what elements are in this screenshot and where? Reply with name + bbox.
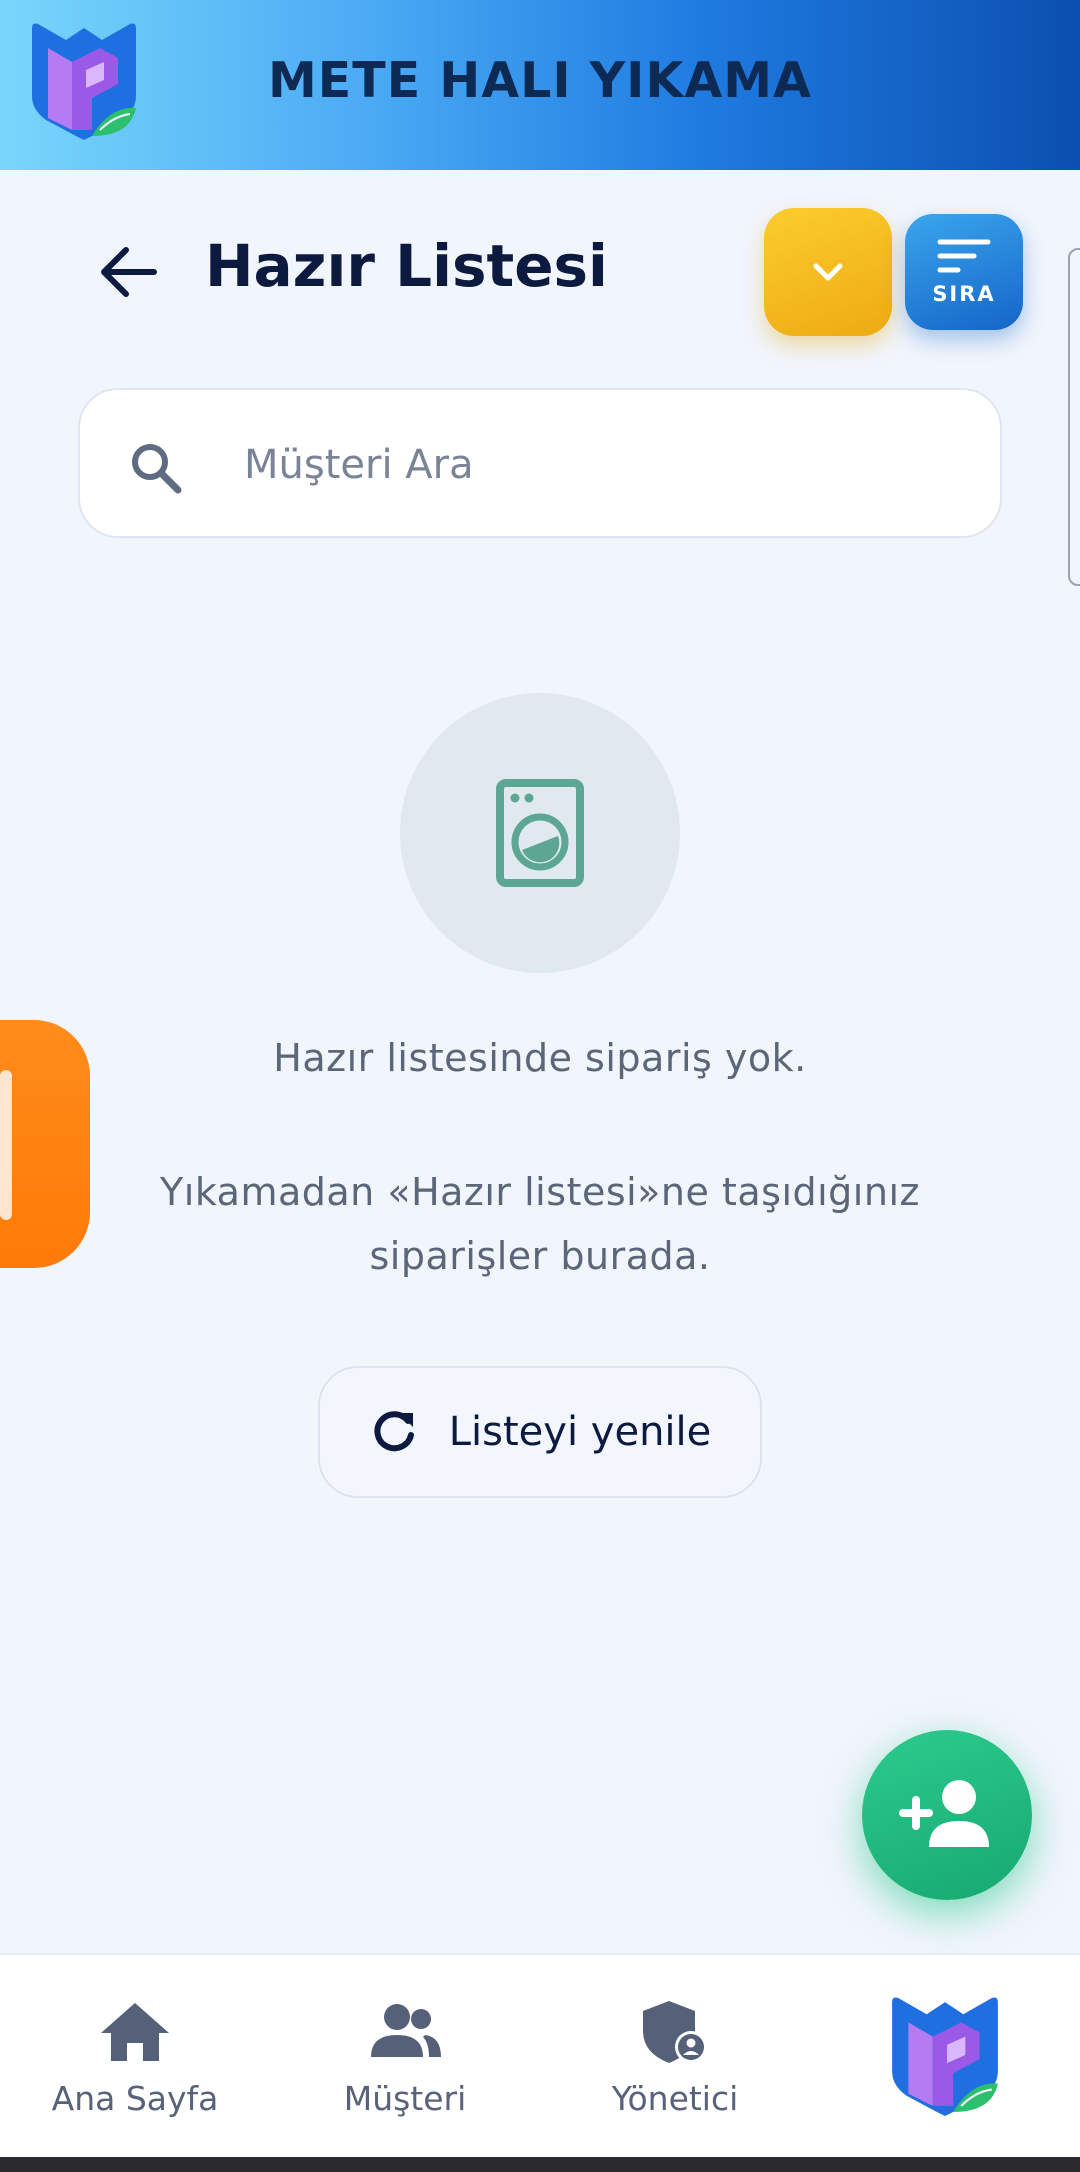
nav-label-customers: Müşteri	[343, 2079, 467, 2118]
side-drawer-handle[interactable]	[1068, 248, 1080, 586]
home-icon	[101, 2003, 169, 2061]
nav-label-home: Ana Sayfa	[51, 2079, 219, 2118]
sort-button-label: SIRA	[932, 282, 996, 306]
empty-state-title: Hazır listesinde sipariş yok.	[273, 1036, 807, 1080]
drag-handle	[0, 1070, 12, 1220]
empty-state-description: Yıkamadan «Hazır listesi»ne taşıdığınız …	[160, 1170, 920, 1278]
admin-shield-icon	[643, 2001, 707, 2063]
search-box[interactable]	[78, 388, 1002, 538]
chevron-down-icon	[813, 263, 843, 281]
side-panel-tab[interactable]	[0, 1020, 90, 1268]
empty-state-icon-circle	[400, 693, 680, 973]
system-navigation-bar	[0, 2157, 1080, 2172]
sort-lines-icon	[937, 239, 991, 273]
app-logo-icon[interactable]	[886, 1991, 1004, 2121]
person-add-icon	[899, 1780, 989, 1847]
nav-item-admin[interactable]: Yönetici	[540, 1955, 810, 2159]
nav-label-admin: Yönetici	[611, 2079, 739, 2118]
page-title: Hazır Listesi	[205, 232, 608, 300]
refresh-list-label: Listeyi yenile	[448, 1409, 712, 1455]
refresh-list-button[interactable]: Listeyi yenile	[318, 1366, 762, 1498]
bottom-navigation: Ana Sayfa Müşteri Yönetici	[0, 1953, 1080, 2157]
nav-item-home[interactable]: Ana Sayfa	[0, 1955, 270, 2159]
add-customer-button[interactable]	[862, 1730, 1032, 1900]
people-icon	[371, 2004, 441, 2057]
washing-machine-icon	[496, 779, 584, 887]
search-input[interactable]	[244, 420, 964, 510]
nav-item-customers[interactable]: Müşteri	[270, 1955, 540, 2159]
app-title: METE HALI YIKAMA	[268, 52, 812, 109]
sort-button[interactable]: SIRA	[905, 214, 1023, 330]
search-icon	[132, 444, 182, 494]
refresh-icon	[374, 1411, 414, 1452]
app-header: METE HALI YIKAMA	[0, 0, 1080, 170]
dropdown-button[interactable]	[764, 208, 892, 336]
arrow-left-icon[interactable]	[96, 240, 160, 304]
